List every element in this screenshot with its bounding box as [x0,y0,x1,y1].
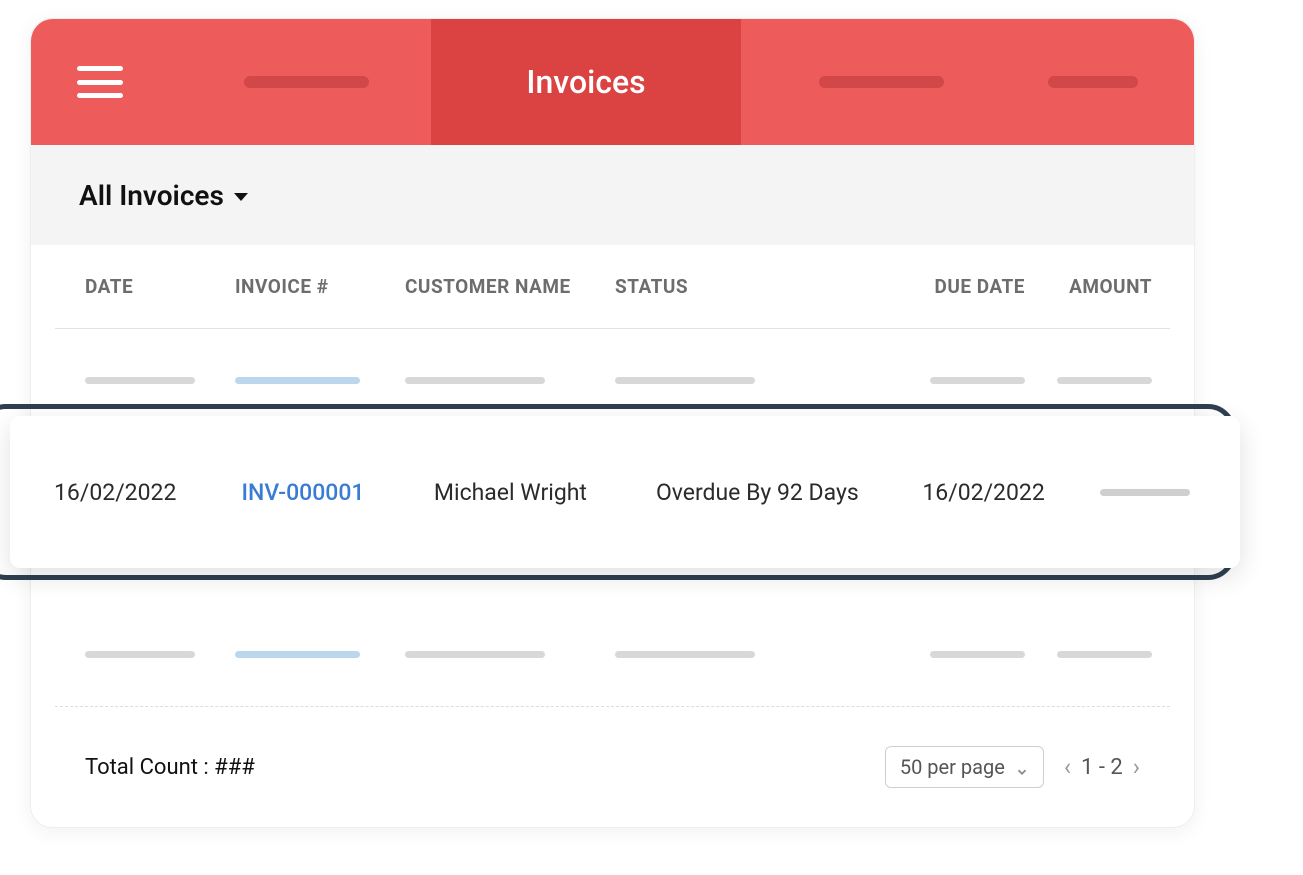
tab-placeholder-3[interactable] [1021,19,1164,145]
next-page-button[interactable]: › [1133,753,1140,781]
page-range: 1 - 2 [1081,755,1123,780]
cell-status: Overdue By 92 Days [656,479,922,506]
tab-placeholder-2[interactable] [741,19,1021,145]
tab-invoices-label: Invoices [526,63,645,101]
header-bar: Invoices [31,19,1194,145]
cell-date: 16/02/2022 [54,479,241,506]
col-header-date[interactable]: DATE [55,275,235,298]
table-row[interactable] [55,603,1170,707]
filter-label-text: All Invoices [79,179,224,212]
per-page-select[interactable]: 50 per page [885,746,1044,788]
table-header-row: DATE INVOICE # CUSTOMER NAME STATUS DUE … [55,245,1170,329]
cell-customer: Michael Wright [434,479,656,506]
col-header-invoice[interactable]: INVOICE # [235,275,405,298]
col-header-status[interactable]: STATUS [615,275,855,298]
col-header-due-date[interactable]: DUE DATE [855,275,1045,298]
highlighted-invoice-row[interactable]: 16/02/2022 INV-000001 Michael Wright Ove… [10,416,1240,568]
total-count-label: Total Count : ### [85,755,255,780]
col-header-amount[interactable]: AMOUNT [1045,275,1170,298]
filter-bar: All Invoices [31,145,1194,245]
table-footer: Total Count : ### 50 per page ‹ 1 - 2 › [55,707,1170,827]
hamburger-menu-icon[interactable] [77,66,123,98]
filter-dropdown[interactable]: All Invoices [79,179,248,212]
page-nav: ‹ 1 - 2 › [1064,753,1140,781]
pager: 50 per page ‹ 1 - 2 › [885,746,1140,788]
cell-invoice[interactable]: INV-000001 [241,479,433,506]
per-page-label: 50 per page [900,755,1005,779]
chevron-down-icon [1015,760,1029,774]
prev-page-button[interactable]: ‹ [1064,753,1071,781]
cell-amount [1100,489,1240,496]
tab-bar: Invoices [181,19,1164,145]
tab-placeholder-1[interactable] [181,19,431,145]
caret-down-icon [234,193,248,201]
tab-invoices[interactable]: Invoices [431,19,741,145]
cell-due-date: 16/02/2022 [922,479,1100,506]
col-header-customer[interactable]: CUSTOMER NAME [405,275,615,298]
